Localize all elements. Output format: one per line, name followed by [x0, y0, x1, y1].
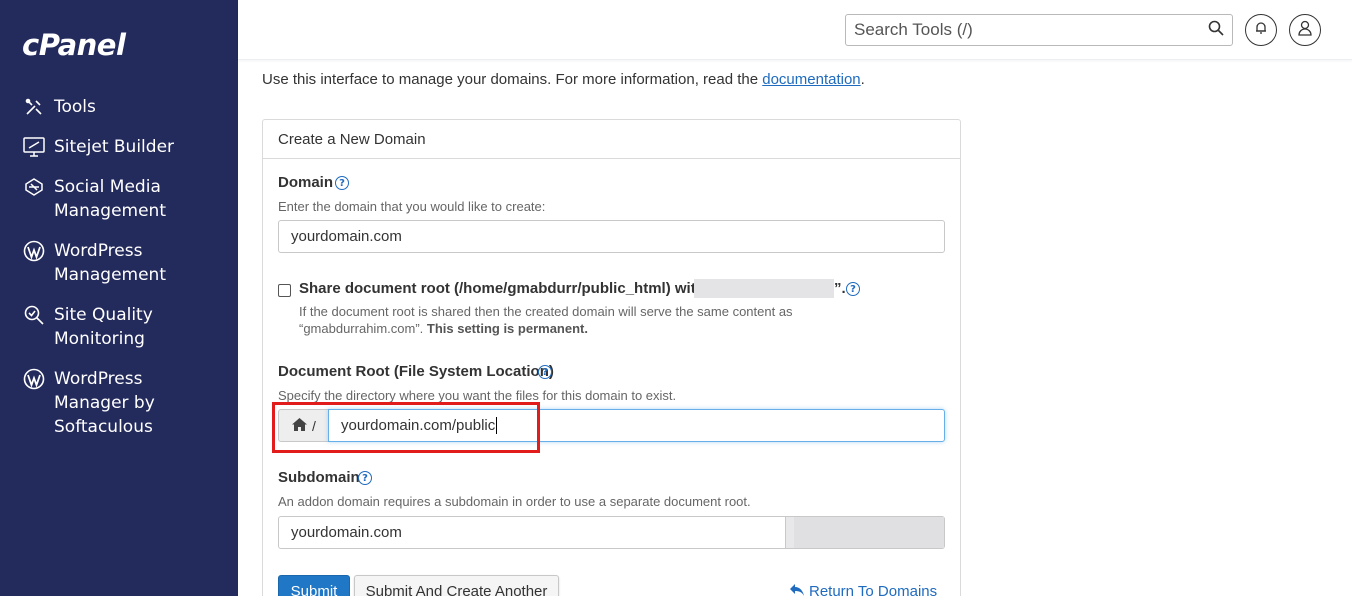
subdomain-input[interactable]: yourdomain.com — [278, 516, 786, 549]
user-icon — [1298, 20, 1312, 41]
sidebar-item-social-media[interactable]: Social Media Management — [22, 175, 214, 223]
subdomain-label: Subdomain — [278, 469, 360, 486]
share-docroot-label-suffix: ”. — [834, 280, 846, 297]
user-menu-button[interactable] — [1289, 14, 1321, 46]
sidebar: cPanel Tools Sitejet Builder Social Medi… — [0, 0, 238, 596]
sidebar-item-label: Social Media Management — [54, 177, 166, 221]
redacted-domain — [694, 279, 834, 298]
wordpress-icon — [22, 367, 46, 391]
sidebar-item-label: Sitejet Builder — [54, 137, 175, 157]
social-media-icon — [22, 175, 46, 199]
sidebar-item-label: Site Quality Monitoring — [54, 305, 153, 349]
share-docroot-label: Share document root (/home/gmabdurr/publ… — [299, 280, 705, 297]
top-bar — [238, 0, 1352, 60]
panel-title: Create a New Domain — [263, 120, 960, 159]
help-icon[interactable]: ? — [358, 471, 372, 485]
sidebar-item-label: Tools — [54, 97, 96, 117]
share-hint-line2: “gmabdurrahim.com”. This setting is perm… — [299, 321, 588, 336]
sidebar-item-label: WordPress Management — [54, 241, 166, 285]
help-icon[interactable]: ? — [846, 282, 860, 296]
search-input[interactable] — [854, 20, 1208, 40]
help-icon[interactable]: ? — [538, 365, 552, 379]
docroot-hint: Specify the directory where you want the… — [278, 388, 677, 403]
wordpress-icon — [22, 239, 46, 263]
sidebar-item-label: WordPress Manager by Softaculous — [54, 369, 155, 437]
return-arrow-icon — [790, 583, 804, 596]
domain-label: Domain — [278, 174, 334, 191]
search-icon[interactable] — [1208, 20, 1224, 41]
subdomain-hint: An addon domain requires a subdomain in … — [278, 494, 751, 509]
notifications-button[interactable] — [1245, 14, 1277, 46]
return-to-domains-link[interactable]: Return To Domains — [790, 583, 937, 596]
share-hint-line1: If the document root is shared then the … — [299, 304, 793, 319]
sidebar-item-site-quality[interactable]: Site Quality Monitoring — [22, 303, 214, 351]
site-quality-icon — [22, 303, 46, 327]
help-icon[interactable]: ? — [335, 176, 349, 190]
domain-input[interactable]: yourdomain.com — [278, 220, 945, 253]
search-box[interactable] — [845, 14, 1233, 46]
docroot-label: Document Root (File System Location) — [278, 363, 554, 380]
submit-and-create-another-button[interactable]: Submit And Create Another — [354, 575, 559, 596]
highlight-box — [272, 402, 540, 453]
share-docroot-checkbox[interactable] — [278, 284, 291, 297]
sitejet-icon — [22, 135, 46, 159]
intro-text: Use this interface to manage your domain… — [262, 71, 865, 88]
documentation-link[interactable]: documentation — [762, 71, 860, 88]
sidebar-item-wordpress[interactable]: WordPress Management — [22, 239, 214, 287]
bell-icon — [1254, 21, 1268, 40]
submit-button[interactable]: Submit — [278, 575, 350, 596]
sidebar-item-sitejet[interactable]: Sitejet Builder — [22, 135, 214, 159]
redacted-domain-suffix — [786, 516, 945, 549]
cpanel-logo[interactable]: cPanel — [22, 28, 126, 62]
domain-hint: Enter the domain that you would like to … — [278, 199, 546, 214]
sidebar-item-tools[interactable]: Tools — [22, 95, 214, 119]
tools-icon — [22, 95, 46, 119]
sidebar-item-wordpress-manager[interactable]: WordPress Manager by Softaculous — [22, 367, 184, 439]
